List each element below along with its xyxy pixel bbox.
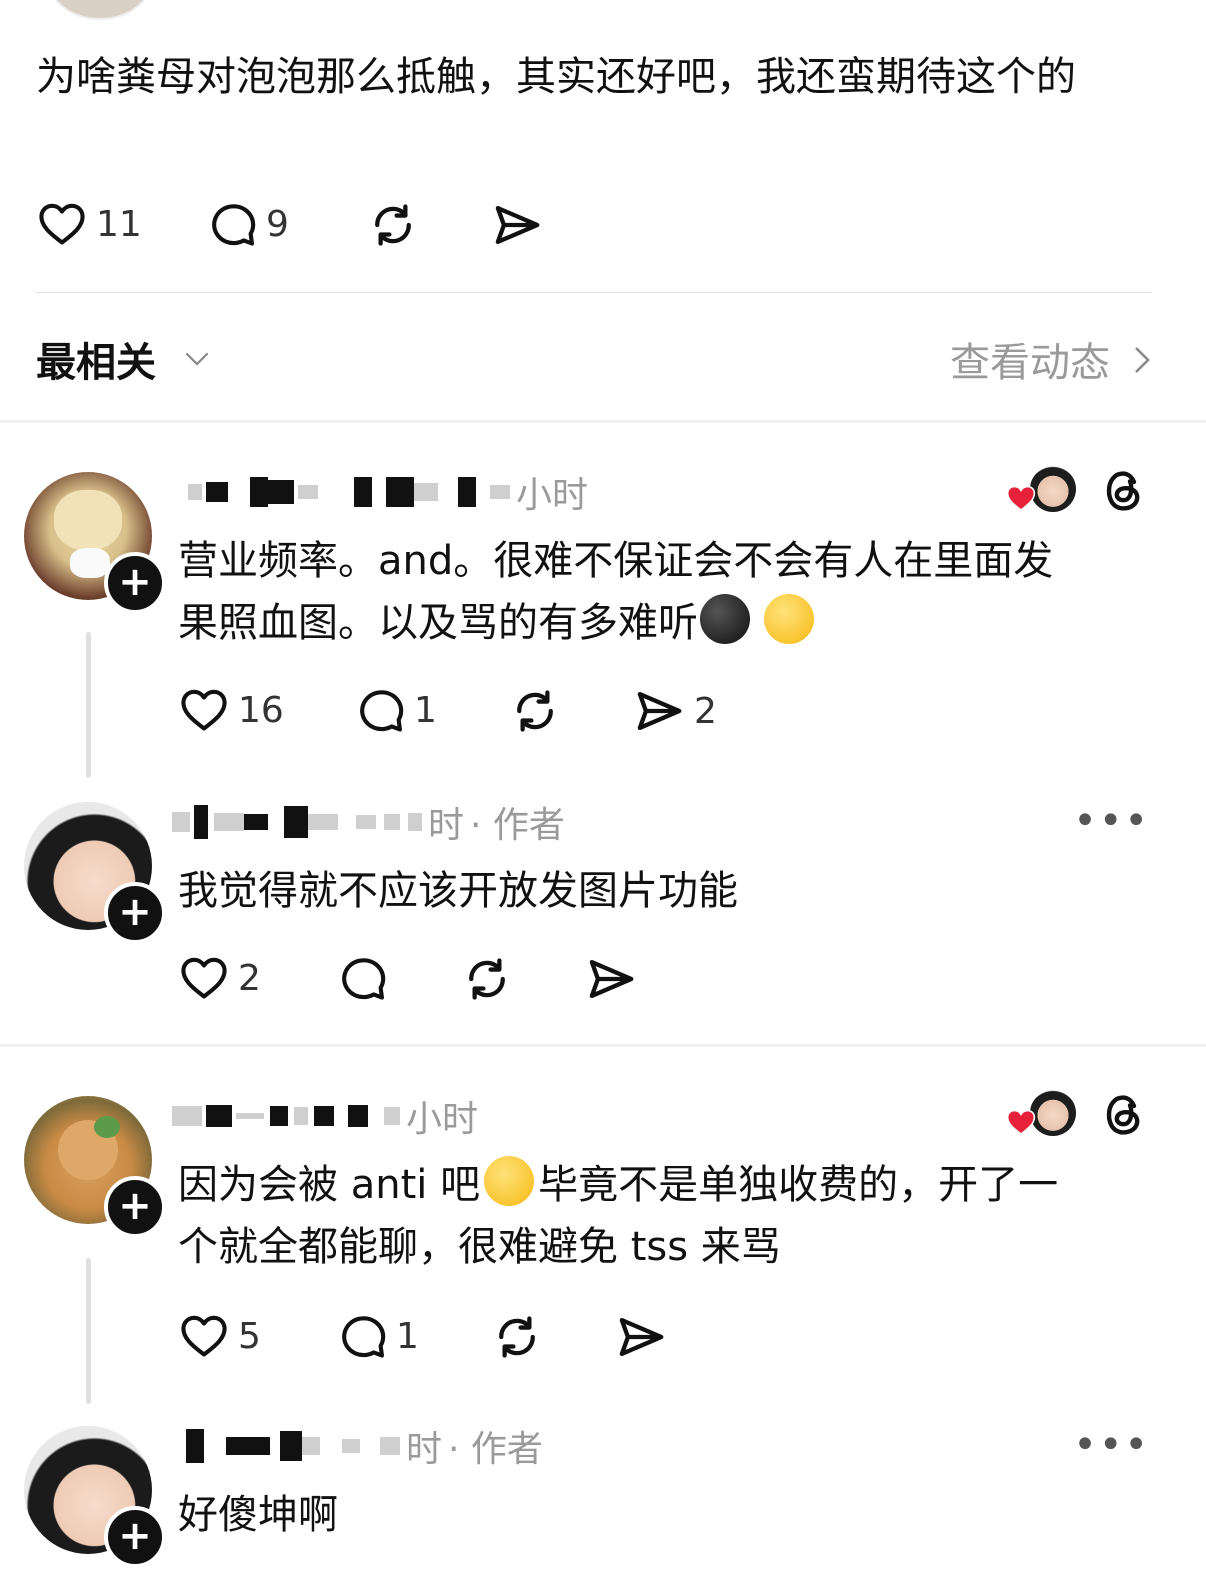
heart-icon — [36, 198, 88, 250]
username[interactable]: 时 · 作者 — [186, 1426, 543, 1470]
comment-text-line: 因为会被 anti 吧 毕竟不是单独收费的，开了一 — [178, 1154, 1158, 1216]
comment-icon — [206, 198, 258, 250]
section-divider — [0, 420, 1206, 423]
follow-button[interactable]: + — [104, 552, 166, 614]
sort-dropdown[interactable]: 最相关 — [36, 330, 156, 388]
plus-icon: + — [118, 1513, 152, 1559]
reply-button[interactable]: 1 — [336, 1310, 419, 1362]
repost-button[interactable] — [490, 1310, 544, 1364]
timestamp: 时 — [428, 805, 465, 846]
heart-icon — [178, 952, 230, 1004]
comment-text-fragment: 因为会被 anti 吧 — [178, 1162, 481, 1208]
comment-text: 我觉得就不应该开放发图片功能 — [178, 868, 738, 914]
follow-button[interactable]: + — [104, 1176, 166, 1238]
share-icon — [632, 684, 686, 738]
share-button[interactable] — [490, 198, 544, 252]
chevron-down-icon[interactable] — [180, 344, 214, 374]
comment-text: 营业频率。and。很难不保证会不会有人在里面发 果照血图。以及骂的有多难听 — [178, 530, 1158, 654]
username[interactable]: 小时 — [172, 1096, 478, 1140]
follow-button[interactable]: + — [104, 1506, 166, 1568]
heart-icon — [178, 1310, 230, 1362]
heart-icon — [1006, 1109, 1036, 1136]
threads-icon[interactable] — [1100, 1090, 1148, 1140]
avatar[interactable] — [48, 0, 152, 20]
comment-icon — [336, 952, 388, 1004]
like-count: 16 — [238, 689, 284, 731]
view-activity-link[interactable]: 查看动态 — [950, 330, 1110, 388]
repost-button[interactable] — [508, 684, 562, 738]
comment-text-fragment: 果照血图。以及骂的有多难听 — [178, 600, 698, 646]
author-tag: · 作者 — [448, 1429, 543, 1470]
share-icon — [584, 952, 638, 1006]
repost-button[interactable] — [460, 952, 514, 1006]
more-icon[interactable]: ••• — [1073, 1422, 1150, 1468]
section-divider — [0, 1044, 1206, 1047]
sort-label: 最相关 — [36, 340, 156, 386]
reply-button[interactable]: 1 — [354, 684, 437, 736]
new-moon-face-emoji — [700, 594, 750, 644]
share-button[interactable] — [584, 952, 638, 1006]
comment-count: 9 — [266, 203, 289, 245]
plus-icon: + — [118, 559, 152, 605]
repost-icon — [366, 198, 420, 252]
repost-icon — [490, 1310, 544, 1364]
exhaling-face-emoji — [764, 594, 814, 644]
threads-icon[interactable] — [1100, 466, 1148, 516]
like-button[interactable]: 2 — [178, 952, 261, 1004]
post-text: 为啥粪母对泡泡那么抵触，其实还好吧，我还蛮期待这个的 — [36, 54, 1076, 100]
divider — [36, 292, 1152, 293]
reply-button[interactable] — [336, 952, 388, 1004]
repost-button[interactable] — [366, 198, 420, 252]
repost-icon — [460, 952, 514, 1006]
like-button[interactable]: 11 — [36, 198, 142, 250]
comment-text-fragment: 毕竟不是单独收费的，开了一 — [538, 1162, 1059, 1208]
like-count: 5 — [238, 1315, 261, 1357]
like-button[interactable]: 5 — [178, 1310, 261, 1362]
comment-text: 好傻坤啊 — [178, 1492, 338, 1538]
author-tag: · 作者 — [470, 805, 565, 846]
share-icon — [614, 1310, 668, 1364]
heart-icon — [1006, 485, 1036, 512]
like-count: 11 — [96, 203, 142, 245]
timestamp: 时 — [406, 1429, 443, 1470]
comment-text: 因为会被 anti 吧 毕竟不是单独收费的，开了一 个就全都能聊，很难避免 tss… — [178, 1154, 1158, 1278]
share-button[interactable]: 2 — [632, 684, 717, 738]
plus-icon: + — [118, 889, 152, 935]
chevron-right-icon[interactable] — [1124, 342, 1158, 378]
crying-face-emoji — [484, 1156, 535, 1206]
more-icon[interactable]: ••• — [1073, 798, 1150, 844]
username[interactable]: 时 · 作者 — [172, 802, 565, 846]
username[interactable]: 小时 — [188, 472, 588, 516]
share-icon — [490, 198, 544, 252]
timestamp: 小时 — [516, 475, 589, 516]
repost-icon — [508, 684, 562, 738]
comment-button[interactable]: 9 — [206, 198, 289, 250]
thread-line — [86, 632, 91, 778]
share-count: 2 — [694, 690, 717, 732]
comment-text-line: 个就全都能聊，很难避免 tss 来骂 — [178, 1224, 781, 1270]
comment-text-line: 营业频率。and。很难不保证会不会有人在里面发 — [178, 538, 1054, 584]
reply-count: 1 — [414, 689, 437, 731]
thread-line — [86, 1258, 91, 1404]
comment-icon — [336, 1310, 388, 1362]
plus-icon: + — [118, 1183, 152, 1229]
heart-icon — [178, 684, 230, 736]
comment-icon — [354, 684, 406, 736]
follow-button[interactable]: + — [104, 882, 166, 944]
share-button[interactable] — [614, 1310, 668, 1364]
like-button[interactable]: 16 — [178, 684, 284, 736]
comment-text-line: 果照血图。以及骂的有多难听 — [178, 592, 1158, 654]
reply-count: 1 — [396, 1315, 419, 1357]
timestamp: 小时 — [406, 1099, 479, 1140]
like-count: 2 — [238, 957, 261, 999]
